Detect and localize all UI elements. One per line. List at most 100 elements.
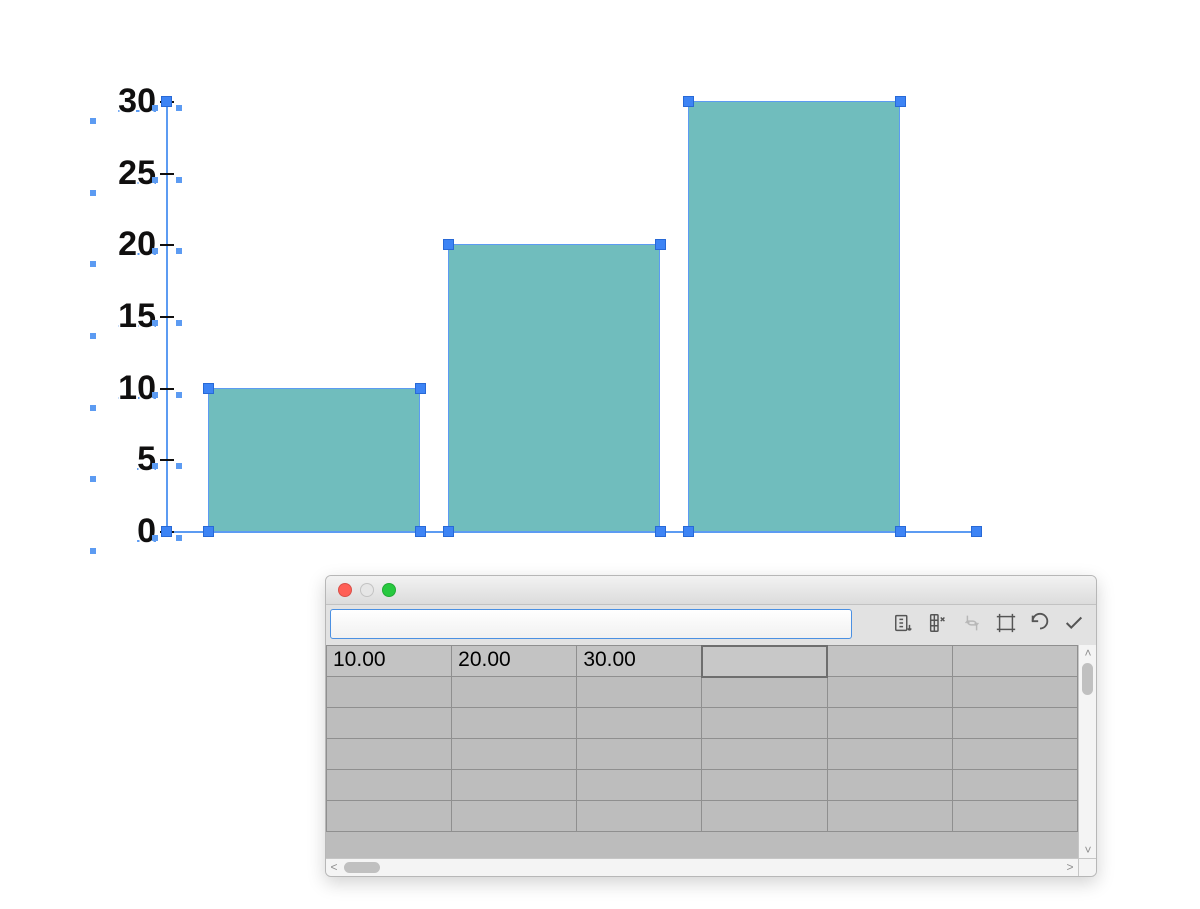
selection-handle[interactable]: [683, 526, 694, 537]
cell-r4c2[interactable]: [577, 770, 702, 801]
cell-r3c1[interactable]: [452, 739, 577, 770]
y-tick-label-15: 15: [90, 299, 156, 333]
selection-handle[interactable]: [655, 239, 666, 250]
cell-entry-field[interactable]: [330, 609, 852, 639]
tick-handle[interactable]: [152, 320, 158, 326]
cell-r2c4[interactable]: [827, 708, 952, 739]
cell-r0c4[interactable]: [827, 646, 952, 677]
swap-axes-icon[interactable]: [960, 611, 984, 635]
tick-handle[interactable]: [152, 463, 158, 469]
tick-handle[interactable]: [152, 392, 158, 398]
horizontal-scrollbar[interactable]: ˂ ˃: [326, 858, 1078, 876]
label-handle[interactable]: [90, 405, 96, 411]
revert-icon[interactable]: [1028, 611, 1052, 635]
cell-r2c3[interactable]: [702, 708, 827, 739]
scroll-corner: [1078, 858, 1096, 876]
apply-icon[interactable]: [1062, 611, 1086, 635]
axis-handle[interactable]: [161, 96, 172, 107]
vertical-scrollbar[interactable]: ˄ ˅: [1078, 645, 1096, 858]
selection-handle[interactable]: [203, 526, 214, 537]
tick-handle[interactable]: [152, 248, 158, 254]
tick-handle[interactable]: [176, 177, 182, 183]
cell-r5c0[interactable]: [327, 801, 452, 832]
cell-r5c1[interactable]: [452, 801, 577, 832]
selection-handle[interactable]: [443, 526, 454, 537]
y-tick-15: [160, 316, 174, 318]
cell-r1c1[interactable]: [452, 677, 577, 708]
data-grid[interactable]: 10.00 20.00 30.00: [326, 645, 1078, 858]
label-handle[interactable]: [90, 548, 96, 554]
scroll-right-icon[interactable]: ˃: [1064, 861, 1076, 873]
window-zoom-button[interactable]: [382, 583, 396, 597]
selection-handle[interactable]: [443, 239, 454, 250]
cell-r4c3[interactable]: [702, 770, 827, 801]
tick-handle[interactable]: [176, 248, 182, 254]
cell-r5c4[interactable]: [827, 801, 952, 832]
tick-handle[interactable]: [176, 392, 182, 398]
selection-handle[interactable]: [203, 383, 214, 394]
scroll-thumb[interactable]: [344, 862, 380, 873]
window-titlebar[interactable]: [326, 576, 1096, 605]
chart-canvas[interactable]: 0 5 10 15 20 25 30: [90, 95, 990, 535]
cell-r5c3[interactable]: [702, 801, 827, 832]
selection-handle[interactable]: [415, 383, 426, 394]
chart-data-window[interactable]: 10.00 20.00 30.00 ˄: [325, 575, 1097, 877]
cell-r1c3[interactable]: [702, 677, 827, 708]
cell-r4c1[interactable]: [452, 770, 577, 801]
cell-r0c0[interactable]: 10.00: [327, 646, 452, 677]
cell-r2c0[interactable]: [327, 708, 452, 739]
tick-handle[interactable]: [152, 177, 158, 183]
selection-handle[interactable]: [895, 96, 906, 107]
cell-r1c0[interactable]: [327, 677, 452, 708]
tick-handle[interactable]: [152, 535, 158, 541]
selection-handle[interactable]: [895, 526, 906, 537]
cell-r2c2[interactable]: [577, 708, 702, 739]
cell-r2c1[interactable]: [452, 708, 577, 739]
tick-handle[interactable]: [176, 535, 182, 541]
scroll-thumb[interactable]: [1082, 663, 1093, 695]
label-handle[interactable]: [90, 333, 96, 339]
cell-r0c3[interactable]: [702, 646, 827, 677]
cell-r0c5[interactable]: [952, 646, 1077, 677]
cell-r1c2[interactable]: [577, 677, 702, 708]
label-handle[interactable]: [90, 476, 96, 482]
label-handle[interactable]: [90, 261, 96, 267]
scroll-down-icon[interactable]: ˅: [1082, 844, 1094, 856]
cell-r3c4[interactable]: [827, 739, 952, 770]
cell-r4c5[interactable]: [952, 770, 1077, 801]
cell-r4c0[interactable]: [327, 770, 452, 801]
cell-r1c5[interactable]: [952, 677, 1077, 708]
cell-r2c5[interactable]: [952, 708, 1077, 739]
label-handle[interactable]: [90, 118, 96, 124]
tick-handle[interactable]: [176, 105, 182, 111]
cell-r3c3[interactable]: [702, 739, 827, 770]
cell-r1c4[interactable]: [827, 677, 952, 708]
bar-1[interactable]: [208, 388, 420, 532]
tick-handle[interactable]: [152, 105, 158, 111]
cell-r5c5[interactable]: [952, 801, 1077, 832]
axis-handle[interactable]: [971, 526, 982, 537]
axis-handle[interactable]: [161, 526, 172, 537]
label-handle[interactable]: [90, 190, 96, 196]
bar-3[interactable]: [688, 101, 900, 532]
window-minimize-button[interactable]: [360, 583, 374, 597]
cell-r0c1[interactable]: 20.00: [452, 646, 577, 677]
scroll-up-icon[interactable]: ˄: [1082, 647, 1094, 659]
cell-r3c5[interactable]: [952, 739, 1077, 770]
window-close-button[interactable]: [338, 583, 352, 597]
selection-handle[interactable]: [415, 526, 426, 537]
tick-handle[interactable]: [176, 463, 182, 469]
selection-handle[interactable]: [683, 96, 694, 107]
transpose-icon[interactable]: [926, 611, 950, 635]
selection-handle[interactable]: [655, 526, 666, 537]
tick-handle[interactable]: [176, 320, 182, 326]
bar-2[interactable]: [448, 244, 660, 532]
scroll-left-icon[interactable]: ˂: [328, 861, 340, 873]
cell-style-icon[interactable]: [994, 611, 1018, 635]
cell-r0c2[interactable]: 30.00: [577, 646, 702, 677]
import-data-icon[interactable]: [892, 611, 916, 635]
cell-r5c2[interactable]: [577, 801, 702, 832]
cell-r3c2[interactable]: [577, 739, 702, 770]
cell-r4c4[interactable]: [827, 770, 952, 801]
cell-r3c0[interactable]: [327, 739, 452, 770]
